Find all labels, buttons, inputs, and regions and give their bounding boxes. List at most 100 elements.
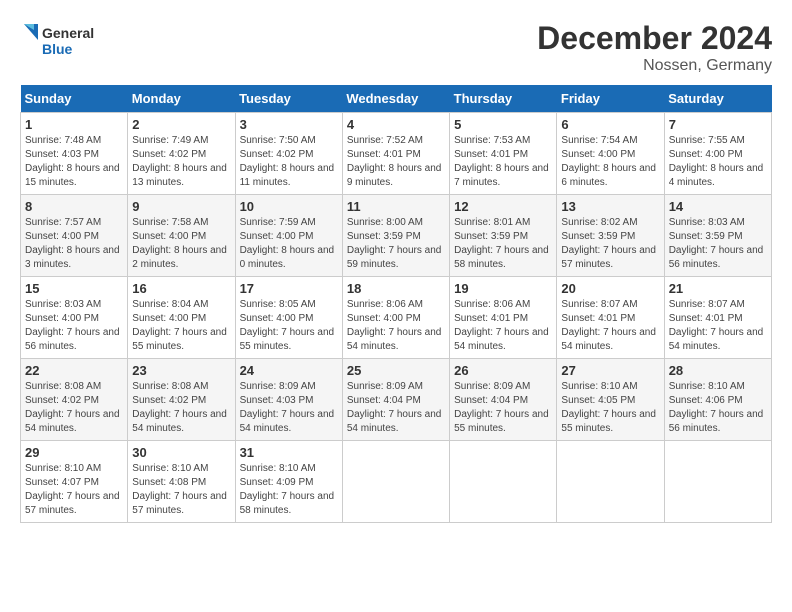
day-info: Sunrise: 8:09 AMSunset: 4:04 PMDaylight:…: [347, 380, 445, 436]
day-info: Sunrise: 8:10 AMSunset: 4:06 PMDaylight:…: [669, 380, 767, 436]
day-number: 10: [240, 199, 338, 214]
day-number: 30: [132, 445, 230, 460]
calendar-cell: 9 Sunrise: 7:58 AMSunset: 4:00 PMDaylight…: [128, 195, 235, 277]
calendar-cell: 8 Sunrise: 7:57 AMSunset: 4:00 PMDaylight…: [21, 195, 128, 277]
day-info: Sunrise: 8:05 AMSunset: 4:00 PMDaylight:…: [240, 298, 338, 354]
day-number: 12: [454, 199, 552, 214]
day-number: 29: [25, 445, 123, 460]
day-info: Sunrise: 8:07 AMSunset: 4:01 PMDaylight:…: [561, 298, 659, 354]
calendar-cell: 13 Sunrise: 8:02 AMSunset: 3:59 PMDayligh…: [557, 195, 664, 277]
day-number: 8: [25, 199, 123, 214]
calendar-cell: 19Sunrise: 8:06 AMSunset: 4:01 PMDayligh…: [450, 277, 557, 359]
col-header-tuesday: Tuesday: [235, 85, 342, 113]
calendar-cell: 3 Sunrise: 7:50 AMSunset: 4:02 PMDaylight…: [235, 113, 342, 195]
header-row: SundayMondayTuesdayWednesdayThursdayFrid…: [21, 85, 772, 113]
day-info: Sunrise: 8:10 AMSunset: 4:05 PMDaylight:…: [561, 380, 659, 436]
calendar-cell: 16 Sunrise: 8:04 AMSunset: 4:00 PMDayligh…: [128, 277, 235, 359]
day-number: 11: [347, 199, 445, 214]
day-number: 4: [347, 117, 445, 132]
day-info: Sunrise: 7:50 AMSunset: 4:02 PMDaylight:…: [240, 134, 338, 190]
day-info: Sunrise: 8:04 AMSunset: 4:00 PMDaylight:…: [132, 298, 230, 354]
day-info: Sunrise: 8:02 AMSunset: 3:59 PMDaylight:…: [561, 216, 659, 272]
calendar-cell: 21 Sunrise: 8:07 AMSunset: 4:01 PMDayligh…: [664, 277, 771, 359]
calendar-cell: 18Sunrise: 8:06 AMSunset: 4:00 PMDayligh…: [342, 277, 449, 359]
day-info: Sunrise: 7:58 AMSunset: 4:00 PMDaylight:…: [132, 216, 230, 272]
day-info: Sunrise: 7:57 AMSunset: 4:00 PMDaylight:…: [25, 216, 123, 272]
week-row-5: 29 Sunrise: 8:10 AMSunset: 4:07 PMDayligh…: [21, 441, 772, 523]
day-number: 20: [561, 281, 659, 296]
day-info: Sunrise: 8:09 AMSunset: 4:03 PMDaylight:…: [240, 380, 338, 436]
day-number: 15: [25, 281, 123, 296]
calendar-cell: 12 Sunrise: 8:01 AMSunset: 3:59 PMDayligh…: [450, 195, 557, 277]
col-header-wednesday: Wednesday: [342, 85, 449, 113]
day-info: Sunrise: 8:01 AMSunset: 3:59 PMDaylight:…: [454, 216, 552, 272]
day-number: 9: [132, 199, 230, 214]
calendar-table: SundayMondayTuesdayWednesdayThursdayFrid…: [20, 85, 772, 523]
day-number: 2: [132, 117, 230, 132]
page-header: General Blue December 2024 Nossen, Germa…: [20, 20, 772, 75]
day-number: 31: [240, 445, 338, 460]
calendar-cell: 11Sunrise: 8:00 AMSunset: 3:59 PMDayligh…: [342, 195, 449, 277]
calendar-cell: 2 Sunrise: 7:49 AMSunset: 4:02 PMDaylight…: [128, 113, 235, 195]
calendar-cell: 25 Sunrise: 8:09 AMSunset: 4:04 PMDayligh…: [342, 359, 449, 441]
col-header-monday: Monday: [128, 85, 235, 113]
calendar-cell: 30 Sunrise: 8:10 AMSunset: 4:08 PMDayligh…: [128, 441, 235, 523]
day-number: 26: [454, 363, 552, 378]
calendar-cell: 5Sunrise: 7:53 AMSunset: 4:01 PMDaylight…: [450, 113, 557, 195]
calendar-cell: 26 Sunrise: 8:09 AMSunset: 4:04 PMDayligh…: [450, 359, 557, 441]
day-info: Sunrise: 8:06 AMSunset: 4:00 PMDaylight:…: [347, 298, 445, 354]
day-number: 3: [240, 117, 338, 132]
day-info: Sunrise: 8:03 AMSunset: 3:59 PMDaylight:…: [669, 216, 767, 272]
calendar-cell: 15 Sunrise: 8:03 AMSunset: 4:00 PMDayligh…: [21, 277, 128, 359]
day-number: 17: [240, 281, 338, 296]
calendar-cell: 29 Sunrise: 8:10 AMSunset: 4:07 PMDayligh…: [21, 441, 128, 523]
day-info: Sunrise: 8:10 AMSunset: 4:07 PMDaylight:…: [25, 462, 123, 518]
calendar-cell: 6 Sunrise: 7:54 AMSunset: 4:00 PMDaylight…: [557, 113, 664, 195]
week-row-3: 15 Sunrise: 8:03 AMSunset: 4:00 PMDayligh…: [21, 277, 772, 359]
day-number: 13: [561, 199, 659, 214]
week-row-4: 22Sunrise: 8:08 AMSunset: 4:02 PMDayligh…: [21, 359, 772, 441]
svg-text:Blue: Blue: [42, 41, 73, 57]
day-number: 6: [561, 117, 659, 132]
day-info: Sunrise: 8:10 AMSunset: 4:08 PMDaylight:…: [132, 462, 230, 518]
col-header-thursday: Thursday: [450, 85, 557, 113]
day-number: 5: [454, 117, 552, 132]
day-info: Sunrise: 8:03 AMSunset: 4:00 PMDaylight:…: [25, 298, 123, 354]
day-number: 21: [669, 281, 767, 296]
day-number: 14: [669, 199, 767, 214]
day-info: Sunrise: 8:06 AMSunset: 4:01 PMDaylight:…: [454, 298, 552, 354]
calendar-cell: [450, 441, 557, 523]
day-info: Sunrise: 7:49 AMSunset: 4:02 PMDaylight:…: [132, 134, 230, 190]
col-header-friday: Friday: [557, 85, 664, 113]
calendar-cell: 27 Sunrise: 8:10 AMSunset: 4:05 PMDayligh…: [557, 359, 664, 441]
day-info: Sunrise: 8:08 AMSunset: 4:02 PMDaylight:…: [132, 380, 230, 436]
day-info: Sunrise: 8:09 AMSunset: 4:04 PMDaylight:…: [454, 380, 552, 436]
location: Nossen, Germany: [537, 57, 772, 75]
day-number: 7: [669, 117, 767, 132]
svg-text:General: General: [42, 25, 94, 41]
day-info: Sunrise: 7:48 AMSunset: 4:03 PMDaylight:…: [25, 134, 123, 190]
day-info: Sunrise: 7:54 AMSunset: 4:00 PMDaylight:…: [561, 134, 659, 190]
day-number: 28: [669, 363, 767, 378]
day-info: Sunrise: 8:07 AMSunset: 4:01 PMDaylight:…: [669, 298, 767, 354]
calendar-cell: 23 Sunrise: 8:08 AMSunset: 4:02 PMDayligh…: [128, 359, 235, 441]
week-row-1: 1 Sunrise: 7:48 AMSunset: 4:03 PMDaylight…: [21, 113, 772, 195]
calendar-cell: 24Sunrise: 8:09 AMSunset: 4:03 PMDayligh…: [235, 359, 342, 441]
day-info: Sunrise: 7:52 AMSunset: 4:01 PMDaylight:…: [347, 134, 445, 190]
calendar-cell: 28 Sunrise: 8:10 AMSunset: 4:06 PMDayligh…: [664, 359, 771, 441]
generalblue-logo: General Blue: [20, 20, 100, 64]
col-header-sunday: Sunday: [21, 85, 128, 113]
day-number: 27: [561, 363, 659, 378]
week-row-2: 8 Sunrise: 7:57 AMSunset: 4:00 PMDaylight…: [21, 195, 772, 277]
day-info: Sunrise: 8:10 AMSunset: 4:09 PMDaylight:…: [240, 462, 338, 518]
calendar-cell: 1 Sunrise: 7:48 AMSunset: 4:03 PMDaylight…: [21, 113, 128, 195]
day-number: 16: [132, 281, 230, 296]
calendar-cell: 22Sunrise: 8:08 AMSunset: 4:02 PMDayligh…: [21, 359, 128, 441]
calendar-cell: 31 Sunrise: 8:10 AMSunset: 4:09 PMDayligh…: [235, 441, 342, 523]
day-number: 1: [25, 117, 123, 132]
logo: General Blue: [20, 20, 100, 64]
calendar-cell: [557, 441, 664, 523]
day-number: 25: [347, 363, 445, 378]
calendar-cell: [342, 441, 449, 523]
day-number: 23: [132, 363, 230, 378]
